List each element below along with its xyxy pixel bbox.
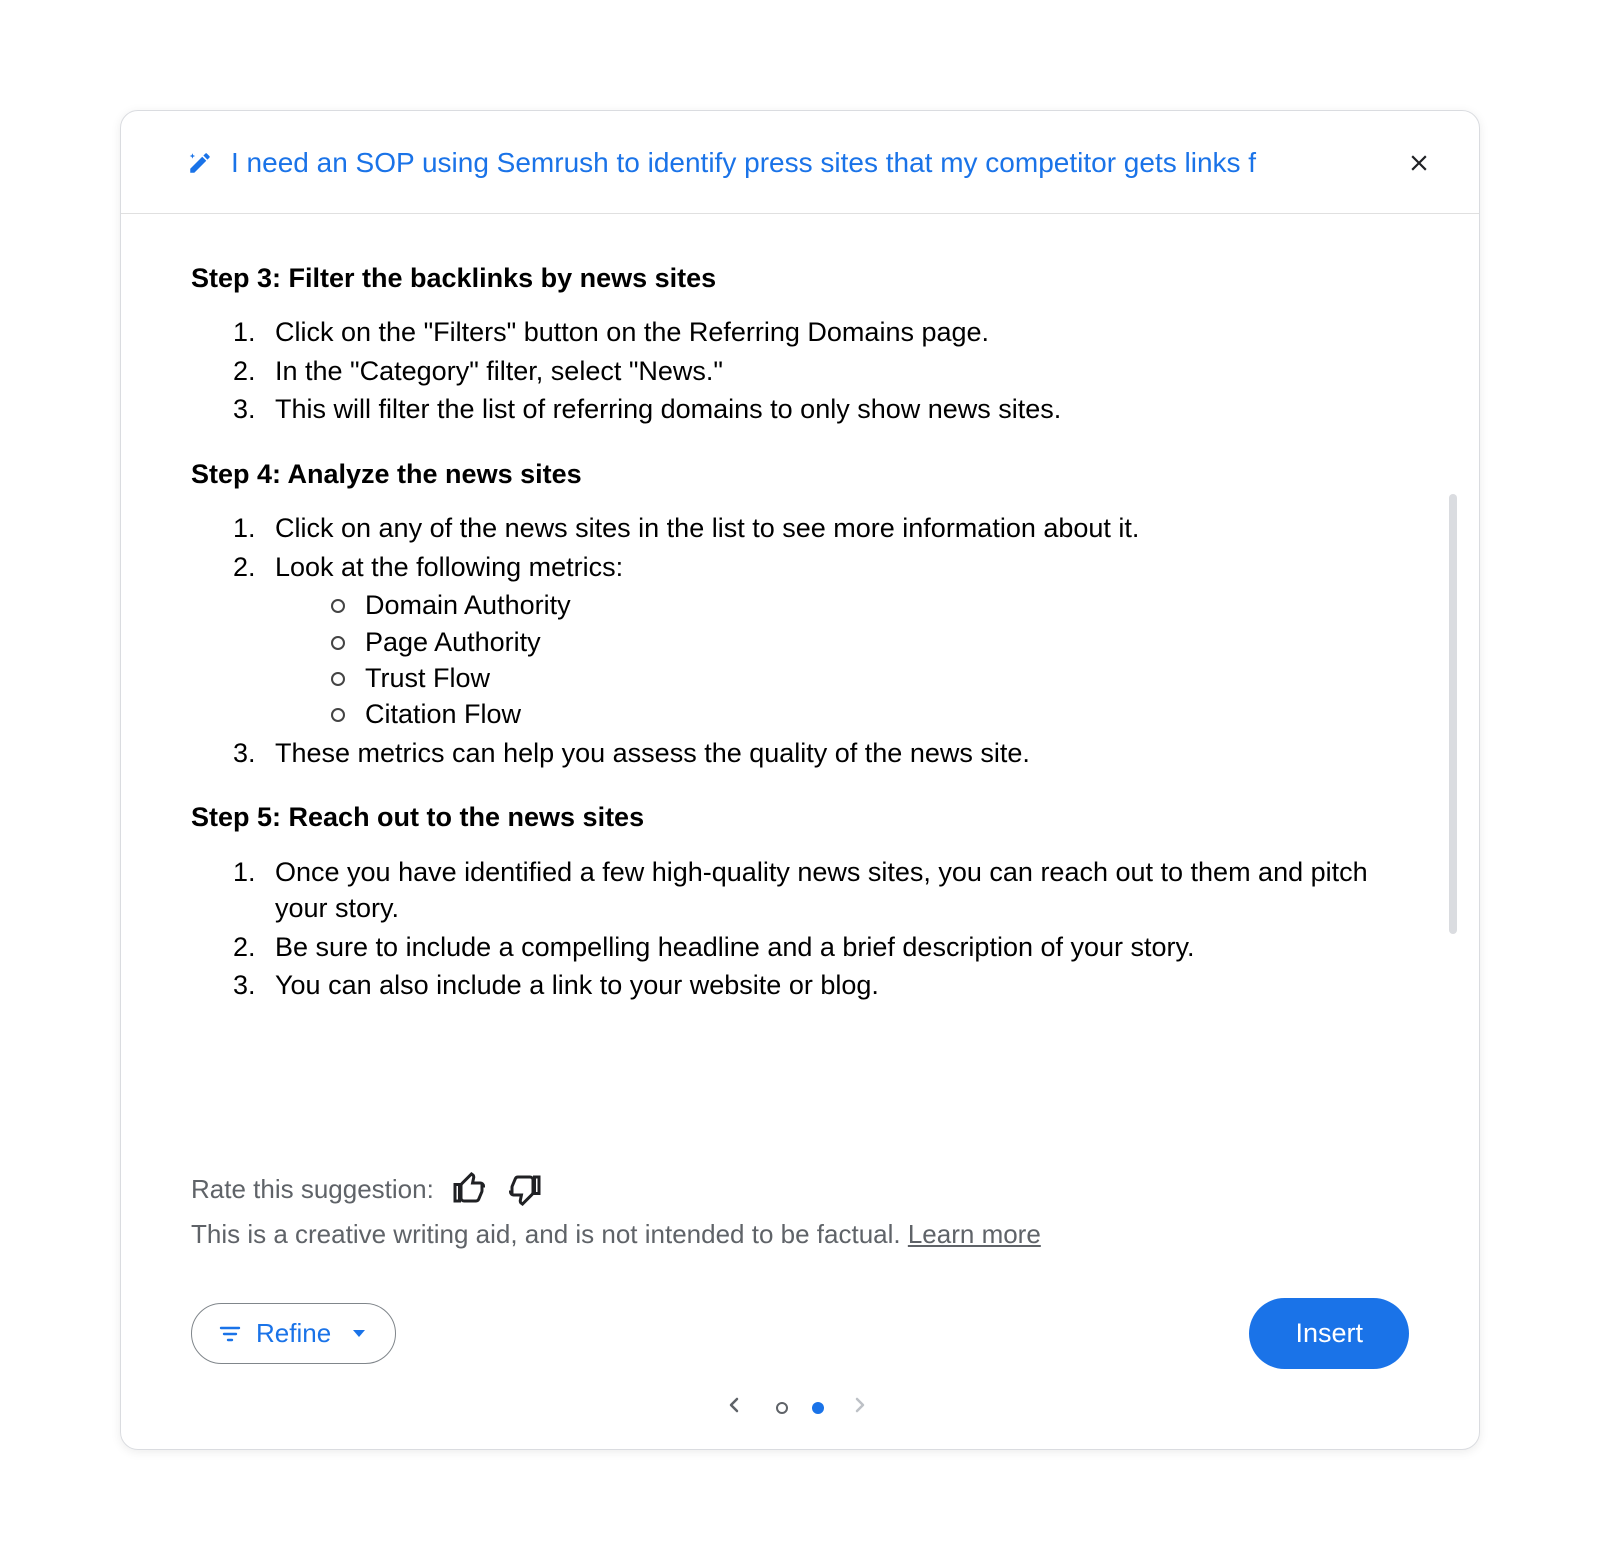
sublist-item: Domain Authority [331,587,1409,623]
close-button[interactable] [1399,143,1439,183]
step3-list: Click on the "Filters" button on the Ref… [191,314,1409,427]
chevron-left-icon [722,1393,746,1417]
suggestion-card: I need an SOP using Semrush to identify … [120,110,1480,1450]
step5-list: Once you have identified a few high-qual… [191,854,1409,1004]
thumbs-up-button[interactable] [452,1171,488,1207]
page-dot-2-active [812,1402,824,1414]
refine-button[interactable]: Refine [191,1303,396,1364]
step5-heading: Step 5: Reach out to the news sites [191,799,1409,835]
card-header: I need an SOP using Semrush to identify … [121,111,1479,214]
list-item-text: Look at the following metrics: [275,552,623,582]
step4-list: Click on any of the news sites in the li… [191,510,1409,771]
sublist-item: Page Authority [331,624,1409,660]
rate-label: Rate this suggestion: [191,1174,434,1205]
refine-label: Refine [256,1318,331,1349]
scrollbar-thumb[interactable] [1449,494,1457,934]
thumbs-down-icon [506,1171,542,1207]
list-item: Once you have identified a few high-qual… [263,854,1409,927]
list-item: You can also include a link to your webs… [263,967,1409,1003]
list-item: Look at the following metrics: Domain Au… [263,549,1409,733]
chevron-right-icon [848,1393,872,1417]
learn-more-link[interactable]: Learn more [908,1219,1041,1249]
chevron-down-icon [353,1330,365,1337]
pager [191,1393,1409,1423]
sublist-item: Trust Flow [331,660,1409,696]
card-footer: Rate this suggestion: This is a creative… [121,1137,1479,1449]
list-item: Click on the "Filters" button on the Ref… [263,314,1409,350]
list-item: Be sure to include a compelling headline… [263,929,1409,965]
list-item: Click on any of the news sites in the li… [263,510,1409,546]
insert-button[interactable]: Insert [1249,1298,1409,1369]
refine-icon [218,1322,242,1346]
disclaimer-text: This is a creative writing aid, and is n… [191,1219,908,1249]
thumbs-down-button[interactable] [506,1171,542,1207]
magic-pencil-icon [187,150,213,176]
disclaimer: This is a creative writing aid, and is n… [191,1219,1409,1250]
list-item: These metrics can help you assess the qu… [263,735,1409,771]
thumbs-up-icon [452,1171,488,1207]
page-dot-1[interactable] [776,1402,788,1414]
prompt-text[interactable]: I need an SOP using Semrush to identify … [231,147,1361,179]
action-row: Refine Insert [191,1298,1409,1369]
list-item: In the "Category" filter, select "News." [263,353,1409,389]
prev-button[interactable] [722,1393,752,1423]
suggestion-body: Step 3: Filter the backlinks by news sit… [121,214,1479,1137]
next-button[interactable] [848,1393,878,1423]
step3-heading: Step 3: Filter the backlinks by news sit… [191,260,1409,296]
sublist-item: Citation Flow [331,696,1409,732]
list-item: This will filter the list of referring d… [263,391,1409,427]
step4-heading: Step 4: Analyze the news sites [191,456,1409,492]
metrics-sublist: Domain Authority Page Authority Trust Fl… [275,587,1409,733]
close-icon [1406,150,1432,176]
rate-row: Rate this suggestion: [191,1171,1409,1207]
